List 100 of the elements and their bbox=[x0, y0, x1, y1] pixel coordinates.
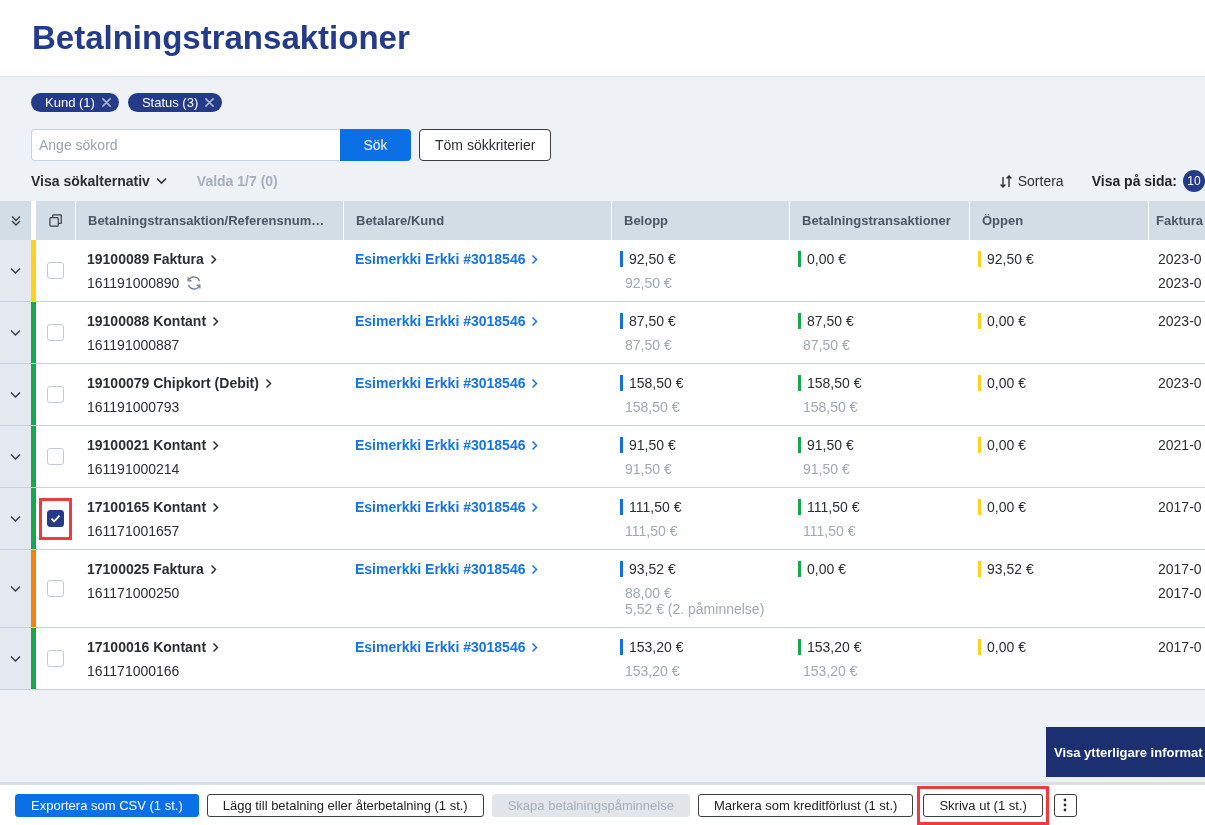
amount-detail: 88,00 € bbox=[625, 585, 673, 601]
chevron-right-icon bbox=[531, 439, 539, 451]
date-text: 2017-0 bbox=[1158, 639, 1202, 655]
amount-text: 91,50 € bbox=[629, 437, 676, 453]
date-text: 2023-0 bbox=[1158, 275, 1202, 291]
transaction-link[interactable]: 19100079 Chipkort (Debit) bbox=[87, 375, 272, 391]
more-info-button[interactable]: Visa ytterligare informat bbox=[1046, 727, 1205, 777]
search-options-toggle[interactable]: Visa sökalternativ bbox=[31, 173, 167, 189]
reference-number: 161171000166 bbox=[87, 663, 180, 679]
reference-number: 161191000887 bbox=[87, 337, 180, 353]
payer-link[interactable]: Esimerkki Erkki #3018546 bbox=[355, 561, 539, 577]
amount-detail: 111,50 € bbox=[803, 523, 857, 539]
action-button[interactable]: Exportera som CSV (1 st.) bbox=[15, 793, 199, 817]
action-button[interactable]: Skriva ut (1 st.) bbox=[923, 793, 1043, 817]
action-button[interactable]: Lägg till betalning eller återbetalning (1 st.) bbox=[206, 793, 484, 817]
chevron-right-icon bbox=[531, 501, 539, 513]
amount-text: 111,50 € bbox=[629, 499, 682, 515]
chevron-right-icon bbox=[212, 501, 220, 513]
amount-text: 87,50 € bbox=[807, 313, 854, 329]
date-text: 2017-0 bbox=[1158, 585, 1202, 601]
amount-text: 92,50 € bbox=[629, 251, 676, 267]
chevron-down-icon[interactable] bbox=[10, 584, 21, 593]
selection-count: Valda 1/7 (0) bbox=[196, 173, 278, 189]
sort-button[interactable]: Sortera bbox=[998, 173, 1064, 189]
amount-text: 0,00 € bbox=[807, 561, 846, 577]
filter-chip[interactable]: Status (3) bbox=[127, 93, 223, 112]
filter-chip[interactable]: Kund (1) bbox=[31, 93, 119, 112]
chevron-right-icon bbox=[209, 253, 217, 265]
more-button[interactable] bbox=[1053, 793, 1077, 817]
double-chevron-down-icon[interactable] bbox=[10, 215, 21, 226]
chevron-right-icon bbox=[212, 315, 220, 327]
transaction-link[interactable]: 17100165 Kontant bbox=[87, 499, 220, 515]
chevron-right-icon bbox=[209, 563, 217, 575]
chevron-down-icon[interactable] bbox=[10, 452, 21, 461]
amount-text: 153,20 € bbox=[807, 639, 862, 655]
more-icon bbox=[1063, 798, 1068, 812]
chevron-right-icon bbox=[264, 377, 272, 389]
transaction-link[interactable]: 19100021 Kontant bbox=[87, 437, 220, 453]
stacked-squares-icon[interactable] bbox=[49, 214, 62, 227]
amount-detail: 153,20 € bbox=[803, 663, 859, 679]
close-icon[interactable] bbox=[205, 98, 215, 107]
amount-text: 91,50 € bbox=[807, 437, 854, 453]
chevron-down-icon[interactable] bbox=[10, 328, 21, 337]
reference-number: 161171000250 bbox=[87, 585, 180, 601]
amount-detail: 158,50 € bbox=[625, 399, 681, 415]
search-field[interactable]: Ange sökord bbox=[31, 129, 340, 161]
amount-text: 0,00 € bbox=[987, 313, 1026, 329]
amount-detail: 92,50 € bbox=[625, 275, 673, 291]
transaction-link[interactable]: 19100088 Kontant bbox=[87, 313, 220, 329]
chevron-right-icon bbox=[212, 641, 220, 653]
check-icon bbox=[50, 514, 61, 523]
checkbox[interactable] bbox=[47, 510, 64, 527]
amount-text: 92,50 € bbox=[987, 251, 1034, 267]
amount-detail: 153,20 € bbox=[625, 663, 681, 679]
chevron-right-icon bbox=[531, 315, 539, 327]
amount-detail: 5,52 € (2. påminnelse) bbox=[625, 601, 766, 617]
amount-detail: 87,50 € bbox=[803, 337, 851, 353]
amount-detail: 91,50 € bbox=[625, 461, 673, 477]
chevron-right-icon bbox=[531, 253, 539, 265]
chevron-right-icon bbox=[212, 439, 220, 451]
chevron-right-icon bbox=[531, 377, 539, 389]
chevron-down-icon[interactable] bbox=[10, 390, 21, 399]
transaction-link[interactable]: 17100016 Kontant bbox=[87, 639, 220, 655]
amount-detail: 91,50 € bbox=[803, 461, 851, 477]
close-icon[interactable] bbox=[101, 98, 111, 107]
date-text: 2017-0 bbox=[1158, 499, 1202, 515]
transaction-link[interactable]: 17100025 Faktura bbox=[87, 561, 217, 577]
clear-search-button[interactable]: Töm sökkriterier bbox=[419, 129, 552, 161]
amount-text: 87,50 € bbox=[629, 313, 676, 329]
amount-text: 158,50 € bbox=[807, 375, 862, 391]
chevron-right-icon bbox=[531, 563, 539, 575]
sort-icon bbox=[998, 173, 1013, 189]
reference-number: 161191000214 bbox=[87, 461, 180, 477]
amount-detail: 158,50 € bbox=[803, 399, 859, 415]
amount-text: 111,50 € bbox=[807, 499, 860, 515]
payer-link[interactable]: Esimerkki Erkki #3018546 bbox=[355, 499, 539, 515]
amount-text: 0,00 € bbox=[987, 499, 1026, 515]
payer-link[interactable]: Esimerkki Erkki #3018546 bbox=[355, 251, 539, 267]
date-text: 2021-0 bbox=[1158, 437, 1202, 453]
payer-link[interactable]: Esimerkki Erkki #3018546 bbox=[355, 639, 539, 655]
action-button[interactable]: Markera som kreditförlust (1 st.) bbox=[697, 793, 914, 817]
amount-text: 153,20 € bbox=[629, 639, 684, 655]
amount-text: 0,00 € bbox=[807, 251, 846, 267]
amount-text: 0,00 € bbox=[987, 375, 1026, 391]
page-size-label: Visa på sida: bbox=[1091, 173, 1177, 189]
payer-link[interactable]: Esimerkki Erkki #3018546 bbox=[355, 437, 539, 453]
payer-link[interactable]: Esimerkki Erkki #3018546 bbox=[355, 375, 539, 391]
transaction-link[interactable]: 19100089 Faktura bbox=[87, 251, 217, 267]
chevron-down-icon[interactable] bbox=[10, 514, 21, 523]
chevron-down-icon[interactable] bbox=[10, 266, 21, 275]
page-size-option[interactable]: 10 bbox=[1183, 170, 1205, 192]
amount-text: 93,52 € bbox=[629, 561, 676, 577]
chevron-right-icon bbox=[531, 641, 539, 653]
amount-detail: 111,50 € bbox=[625, 523, 679, 539]
search-button[interactable]: Sök bbox=[340, 129, 411, 161]
chevron-down-icon[interactable] bbox=[10, 654, 21, 663]
reference-number: 161171001657 bbox=[87, 523, 180, 539]
amount-detail: 87,50 € bbox=[625, 337, 673, 353]
amount-text: 0,00 € bbox=[987, 437, 1026, 453]
payer-link[interactable]: Esimerkki Erkki #3018546 bbox=[355, 313, 539, 329]
